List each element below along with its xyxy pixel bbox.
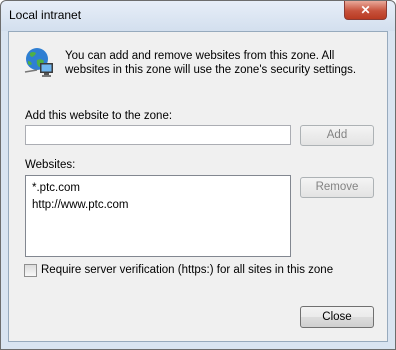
dialog-content: You can add and remove websites from thi… — [8, 31, 388, 342]
websites-list[interactable]: *.ptc.com http://www.ptc.com — [25, 175, 291, 257]
dialog-window: Local intranet ✕ You can add and remove … — [0, 0, 396, 350]
https-verification-label: Require server verification (https:) for… — [41, 264, 334, 276]
close-button[interactable]: Close — [300, 306, 374, 328]
remove-button[interactable]: Remove — [300, 177, 374, 198]
local-intranet-globe-icon — [24, 48, 53, 77]
websites-label: Websites: — [25, 159, 76, 171]
website-item[interactable]: *.ptc.com — [32, 182, 80, 194]
add-website-label: Add this website to the zone: — [25, 110, 173, 122]
close-icon[interactable]: ✕ — [344, 1, 387, 20]
add-button[interactable]: Add — [300, 125, 374, 146]
intro-text: You can add and remove websites from thi… — [65, 50, 357, 76]
window-title: Local intranet — [9, 8, 82, 22]
website-item[interactable]: http://www.ptc.com — [32, 199, 129, 211]
https-verification-checkbox[interactable] — [24, 264, 37, 277]
add-website-input[interactable] — [25, 125, 291, 145]
title-bar[interactable]: Local intranet ✕ — [1, 1, 395, 31]
